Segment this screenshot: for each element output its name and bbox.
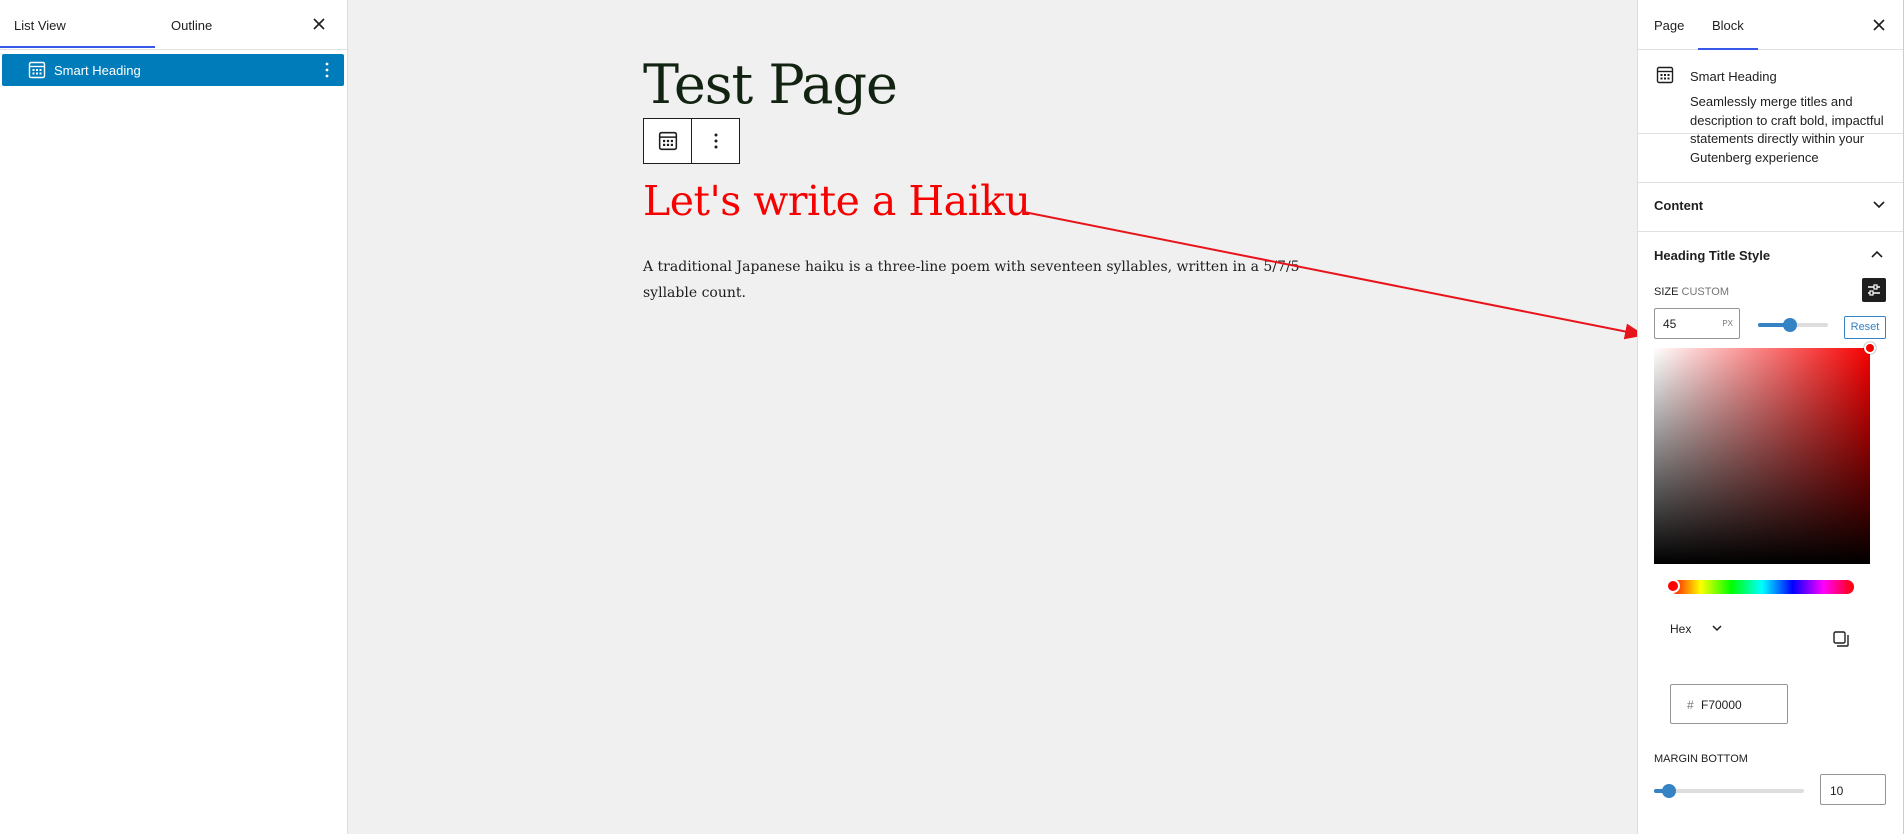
block-type-button[interactable]	[644, 119, 692, 163]
panel-title-heading-style: Heading Title Style	[1654, 248, 1771, 263]
hex-color-input[interactable]: # F70000	[1670, 684, 1788, 724]
kebab-menu-icon[interactable]	[320, 60, 334, 80]
kebab-menu-icon	[714, 133, 717, 149]
hue-slider[interactable]	[1666, 579, 1854, 594]
chevron-up-icon	[1871, 250, 1883, 258]
list-view-panel: List View Outline Smart Heading	[0, 0, 348, 834]
grid-block-icon	[1656, 66, 1674, 84]
chevron-down-icon[interactable]	[1712, 624, 1722, 632]
margin-bottom-value: 10	[1830, 784, 1844, 798]
hex-prefix: #	[1687, 698, 1694, 712]
margin-bottom-slider[interactable]	[1654, 784, 1804, 798]
panel-title-content: Content	[1654, 198, 1704, 213]
settings-sidebar: Page Block Smart Heading Seamlessly merg…	[1637, 0, 1904, 834]
margin-bottom-label: MARGIN BOTTOM	[1654, 753, 1748, 765]
block-card: Smart Heading Seamlessly merge titles an…	[1638, 0, 1904, 165]
smart-heading-title[interactable]: Let's write a Haiku	[643, 179, 1031, 223]
block-toolbar	[643, 118, 740, 164]
color-format-select[interactable]: Hex	[1670, 622, 1691, 636]
copy-icon[interactable]	[1832, 630, 1850, 648]
size-settings-button[interactable]	[1862, 278, 1886, 302]
tab-list-view[interactable]: List View	[0, 0, 155, 48]
color-picker-handle[interactable]	[1864, 342, 1876, 354]
chevron-down-icon	[1873, 201, 1885, 209]
hue-slider-thumb[interactable]	[1666, 579, 1680, 593]
size-sublabel: CUSTOM	[1681, 286, 1729, 298]
sliders-icon	[1868, 284, 1880, 296]
reset-button[interactable]: Reset	[1844, 316, 1886, 339]
grid-block-icon	[28, 61, 46, 79]
panel-heading-title-style-toggle[interactable]: Heading Title Style	[1638, 238, 1904, 268]
block-name: Smart Heading	[1690, 69, 1777, 84]
size-value: 45	[1663, 317, 1677, 331]
hex-value: F70000	[1701, 698, 1742, 712]
size-label: SIZE CUSTOM	[1654, 286, 1729, 298]
close-icon[interactable]	[309, 14, 329, 34]
panel-tabs: List View Outline	[0, 0, 347, 50]
color-saturation-picker[interactable]	[1654, 342, 1876, 564]
size-label-text: SIZE	[1654, 286, 1679, 298]
size-slider-thumb[interactable]	[1783, 318, 1797, 332]
list-item-smart-heading[interactable]: Smart Heading	[2, 54, 344, 86]
margin-bottom-input[interactable]: 10	[1820, 774, 1886, 805]
panel-content-toggle[interactable]: Content	[1638, 183, 1904, 232]
block-description: Seamlessly merge titles and description …	[1690, 94, 1884, 165]
tab-outline[interactable]: Outline	[171, 0, 212, 49]
list-item-label: Smart Heading	[54, 62, 141, 78]
size-input[interactable]: 45 PX	[1654, 308, 1740, 339]
grid-block-icon	[658, 131, 677, 151]
margin-bottom-slider-thumb[interactable]	[1662, 784, 1676, 798]
size-unit: PX	[1722, 319, 1733, 328]
editor-canvas[interactable]: Test Page Let's write a Haiku A traditio…	[348, 0, 1637, 834]
page-title[interactable]: Test Page	[643, 58, 898, 112]
block-options-button[interactable]	[692, 119, 739, 163]
smart-heading-description[interactable]: A traditional Japanese haiku is a three-…	[643, 254, 1343, 306]
size-slider[interactable]	[1758, 318, 1828, 332]
